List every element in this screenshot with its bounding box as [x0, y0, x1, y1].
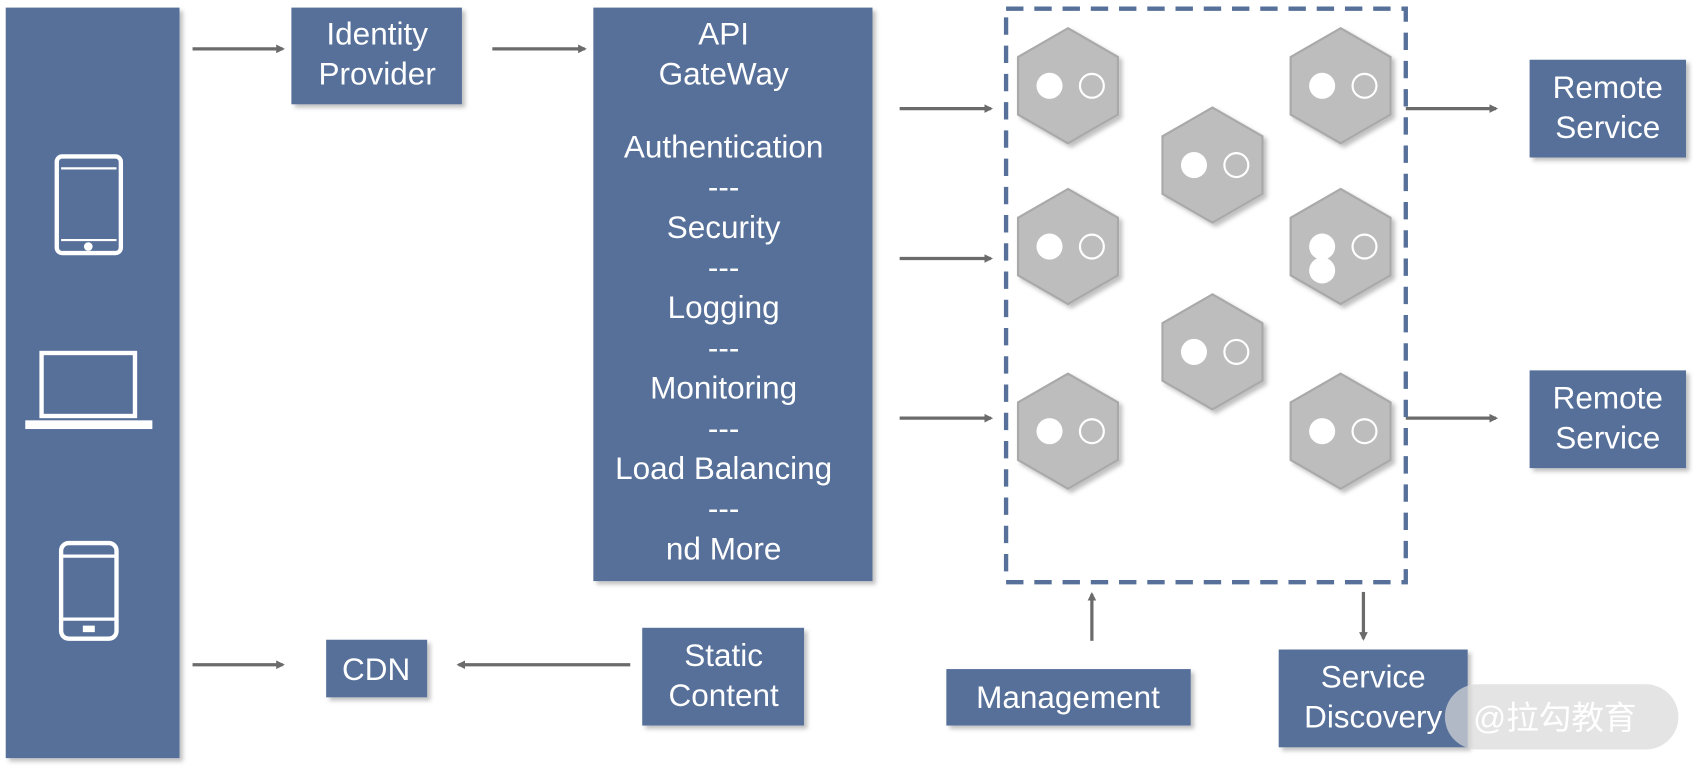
microservice-instance [1161, 106, 1264, 224]
filled-dot-icon [1309, 418, 1336, 445]
gateway-title: GateWay [659, 56, 789, 92]
separator: --- [708, 169, 739, 205]
filled-dot-icon [1309, 233, 1336, 260]
microservice-instance [1289, 372, 1392, 491]
microservice-instance [1016, 372, 1120, 491]
feature: Logging [668, 289, 780, 325]
label: Identity [326, 16, 428, 52]
label: Content [669, 677, 780, 713]
tablet-icon [54, 154, 124, 256]
filled-dot-icon [1036, 233, 1063, 260]
static-content-box: Static Content [642, 627, 805, 726]
filled-dot-icon [1309, 72, 1336, 99]
services-cluster [1003, 6, 1408, 585]
identity-provider-box: Identity Provider [291, 7, 462, 105]
gateway-title: API [698, 16, 749, 52]
label: CDN [342, 651, 410, 687]
separator: --- [708, 490, 739, 526]
microservice-instance [1016, 187, 1120, 306]
label: Remote [1553, 69, 1663, 105]
watermark: @拉勾教育 [1444, 684, 1679, 750]
label: Static [684, 637, 763, 673]
filled-dot-icon [1036, 418, 1063, 445]
label: Management [976, 679, 1160, 715]
api-gateway-box: API GateWay Authentication --- Security … [593, 7, 873, 582]
feature: Monitoring [650, 370, 797, 406]
filled-dot-icon [1180, 152, 1208, 179]
microservices-architecture-diagram: Identity Provider API GateWay Authentica… [5, 6, 1687, 759]
label: Remote [1553, 379, 1663, 415]
feature: Load Balancing [615, 450, 832, 486]
microservice-instance [1289, 26, 1392, 145]
separator: --- [708, 249, 739, 285]
clients-panel [5, 7, 180, 759]
label: Discovery [1304, 699, 1442, 735]
service-discovery-box: Service Discovery [1278, 649, 1468, 748]
microservice-instance [1016, 26, 1120, 145]
feature: nd More [666, 530, 782, 566]
feature: Security [667, 209, 781, 245]
feature: Authentication [624, 128, 824, 164]
cdn-box: CDN [326, 639, 428, 698]
management-box: Management [946, 669, 1191, 726]
microservice-instance [1161, 293, 1264, 411]
watermark-text: @拉勾教育 [1473, 700, 1636, 736]
microservice-instance [1289, 187, 1392, 306]
label: Provider [319, 56, 436, 92]
separator: --- [708, 329, 739, 365]
filled-dot-icon [1036, 72, 1063, 99]
filled-dot-icon [1180, 338, 1208, 365]
remote-service-box: Remote Service [1529, 59, 1687, 158]
separator: --- [708, 410, 739, 446]
label: Service [1555, 420, 1660, 456]
filled-dot-icon [1309, 257, 1336, 284]
label: Service [1321, 659, 1426, 695]
remote-service-box: Remote Service [1529, 370, 1687, 469]
label: Service [1555, 109, 1660, 145]
